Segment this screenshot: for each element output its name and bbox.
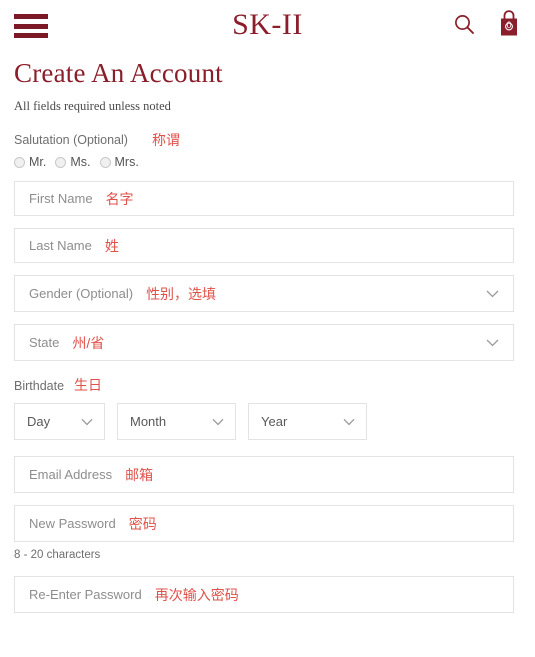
salutation-option-label: Mr. — [29, 155, 47, 169]
chevron-down-icon[interactable] — [486, 289, 499, 298]
birthdate-day-select[interactable]: Day — [14, 403, 105, 440]
salutation-radio-mrs[interactable]: Mrs. — [99, 155, 139, 169]
salutation-group: Salutation (Optional) 称谓 Mr. Ms. Mrs. — [14, 132, 521, 169]
last-name-annotation: 姓 — [104, 237, 119, 254]
new-password-placeholder: New Password — [29, 515, 116, 531]
birthdate-day-label: Day — [27, 413, 51, 429]
birthdate-year-label: Year — [261, 413, 288, 429]
required-fields-note: All fields required unless noted — [14, 99, 171, 113]
chevron-down-icon[interactable] — [81, 418, 93, 426]
birthdate-label: Birthdate — [14, 379, 65, 393]
birthdate-year-select[interactable]: Year — [248, 403, 367, 440]
gender-placeholder: Gender (Optional) — [29, 285, 134, 301]
shopping-bag-icon[interactable]: 0 — [497, 9, 521, 39]
email-input[interactable]: Email Address 邮箱 — [14, 456, 514, 493]
password-help-text: 8 - 20 characters — [14, 549, 101, 561]
salutation-label: Salutation (Optional) — [14, 133, 128, 147]
gender-select[interactable]: Gender (Optional) 性别，选填 — [14, 275, 514, 312]
chevron-down-icon[interactable] — [486, 338, 499, 347]
search-icon[interactable] — [453, 13, 475, 35]
birthdate-month-select[interactable]: Month — [117, 403, 236, 440]
first-name-placeholder: First Name — [29, 190, 93, 206]
new-password-input[interactable]: New Password 密码 — [14, 505, 514, 542]
email-placeholder: Email Address — [29, 466, 113, 482]
state-select[interactable]: State 州/省 — [14, 324, 514, 361]
salutation-annotation: 称谓 — [151, 132, 180, 148]
email-annotation: 邮箱 — [125, 466, 154, 483]
salutation-option-label: Ms. — [70, 155, 91, 169]
state-placeholder: State — [29, 334, 60, 350]
radio-circle-icon[interactable] — [55, 156, 67, 168]
state-annotation: 州/省 — [72, 334, 105, 351]
radio-circle-icon[interactable] — [14, 156, 25, 168]
site-header: SK-II 0 — [0, 0, 535, 52]
reenter-password-placeholder: Re-Enter Password — [29, 586, 142, 602]
birthdate-label-row: Birthdate 生日 — [14, 377, 521, 394]
birthdate-selects-row: Day Month Year — [14, 403, 521, 440]
birthdate-month-label: Month — [130, 413, 167, 429]
page-title: Create An Account — [14, 58, 223, 88]
last-name-placeholder: Last Name — [29, 237, 92, 253]
new-password-annotation: 密码 — [128, 515, 157, 532]
birthdate-annotation: 生日 — [74, 377, 103, 393]
salutation-radio-ms[interactable]: Ms. — [55, 155, 91, 169]
gender-annotation: 性别，选填 — [146, 285, 217, 302]
salutation-option-label: Mrs. — [114, 155, 139, 169]
chevron-down-icon[interactable] — [212, 418, 224, 426]
birthdate-group: Birthdate 生日 Day Month Year — [14, 377, 521, 440]
first-name-annotation: 名字 — [105, 190, 134, 207]
first-name-input[interactable]: First Name 名字 — [14, 181, 514, 216]
reenter-password-input[interactable]: Re-Enter Password 再次输入密码 — [14, 576, 514, 613]
chevron-down-icon[interactable] — [343, 418, 355, 426]
header-actions: 0 — [453, 9, 521, 39]
salutation-radio-mr[interactable]: Mr. — [14, 155, 46, 169]
reenter-password-annotation: 再次输入密码 — [154, 586, 239, 603]
salutation-label-row: Salutation (Optional) 称谓 — [14, 132, 521, 148]
radio-circle-icon[interactable] — [99, 156, 111, 168]
page-body: Create An Account All fields required un… — [0, 56, 535, 613]
last-name-input[interactable]: Last Name 姓 — [14, 228, 514, 263]
salutation-radio-row: Mr. Ms. Mrs. — [14, 155, 521, 169]
